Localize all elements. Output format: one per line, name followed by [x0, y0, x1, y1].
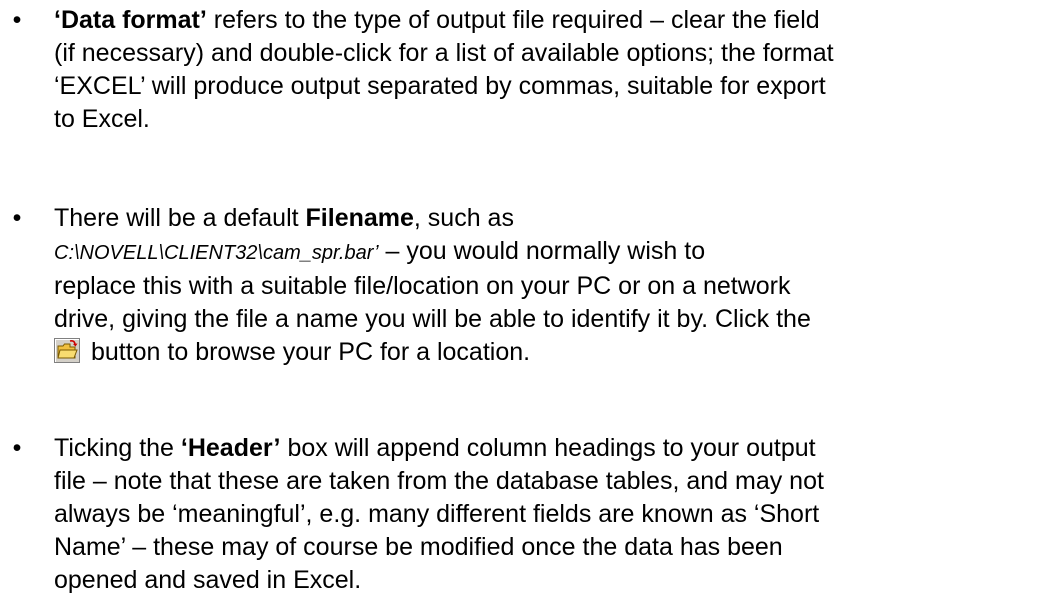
text-line: button to browse your PC for a location. — [54, 336, 1060, 369]
file-path: C:\NOVELL\CLIENT32\cam_spr.bar’ — [54, 242, 379, 264]
text-line: to Excel. — [54, 105, 150, 133]
bullet-text: There will be a default Filename, such a… — [54, 202, 1060, 369]
bold-term: Filename — [305, 204, 414, 232]
line-text: – you would normally wish to — [378, 237, 706, 265]
text-line: (if necessary) and double-click for a li… — [54, 39, 834, 67]
bullet-text: ‘Data format’ refers to the type of outp… — [54, 4, 1060, 136]
text-line: opened and saved in Excel. — [54, 566, 362, 594]
bold-term: ‘Data format’ — [54, 6, 207, 34]
text-line: There will be a default Filename, such a… — [54, 202, 1060, 235]
bullet-marker: • — [12, 6, 22, 34]
line-text: Ticking the — [54, 434, 181, 462]
text-line: C:\NOVELL\CLIENT32\cam_spr.bar’ – you wo… — [54, 235, 1060, 270]
text-line: drive, giving the file a name you will b… — [54, 305, 811, 333]
line-text: There will be a default — [54, 204, 306, 232]
text-line: replace this with a suitable file/locati… — [54, 272, 791, 300]
text-line: always be ‘meaningful’, e.g. many differ… — [54, 500, 820, 528]
folder-open-icon — [54, 338, 80, 363]
text-line: ‘Data format’ refers to the type of outp… — [54, 4, 1060, 37]
line-text: refers to the type of output file requir… — [206, 6, 820, 34]
text-line: Ticking the ‘Header’ box will append col… — [54, 432, 1060, 465]
bold-term: ‘Header’ — [180, 434, 281, 462]
line-text: box will append column headings to your … — [280, 434, 816, 462]
bullet-marker: • — [12, 434, 22, 462]
bullet-marker: • — [12, 204, 22, 232]
bullet-text: Ticking the ‘Header’ box will append col… — [54, 432, 1060, 597]
text-line: ‘EXCEL’ will produce output separated by… — [54, 72, 826, 100]
text-line: Name’ – these may of course be modified … — [54, 533, 783, 561]
document-page: • ‘Data format’ refers to the type of ou… — [0, 0, 1060, 609]
line-text: button to browse your PC for a location. — [84, 338, 531, 366]
line-text: , such as — [413, 204, 514, 232]
text-line: file – note that these are taken from th… — [54, 467, 824, 495]
